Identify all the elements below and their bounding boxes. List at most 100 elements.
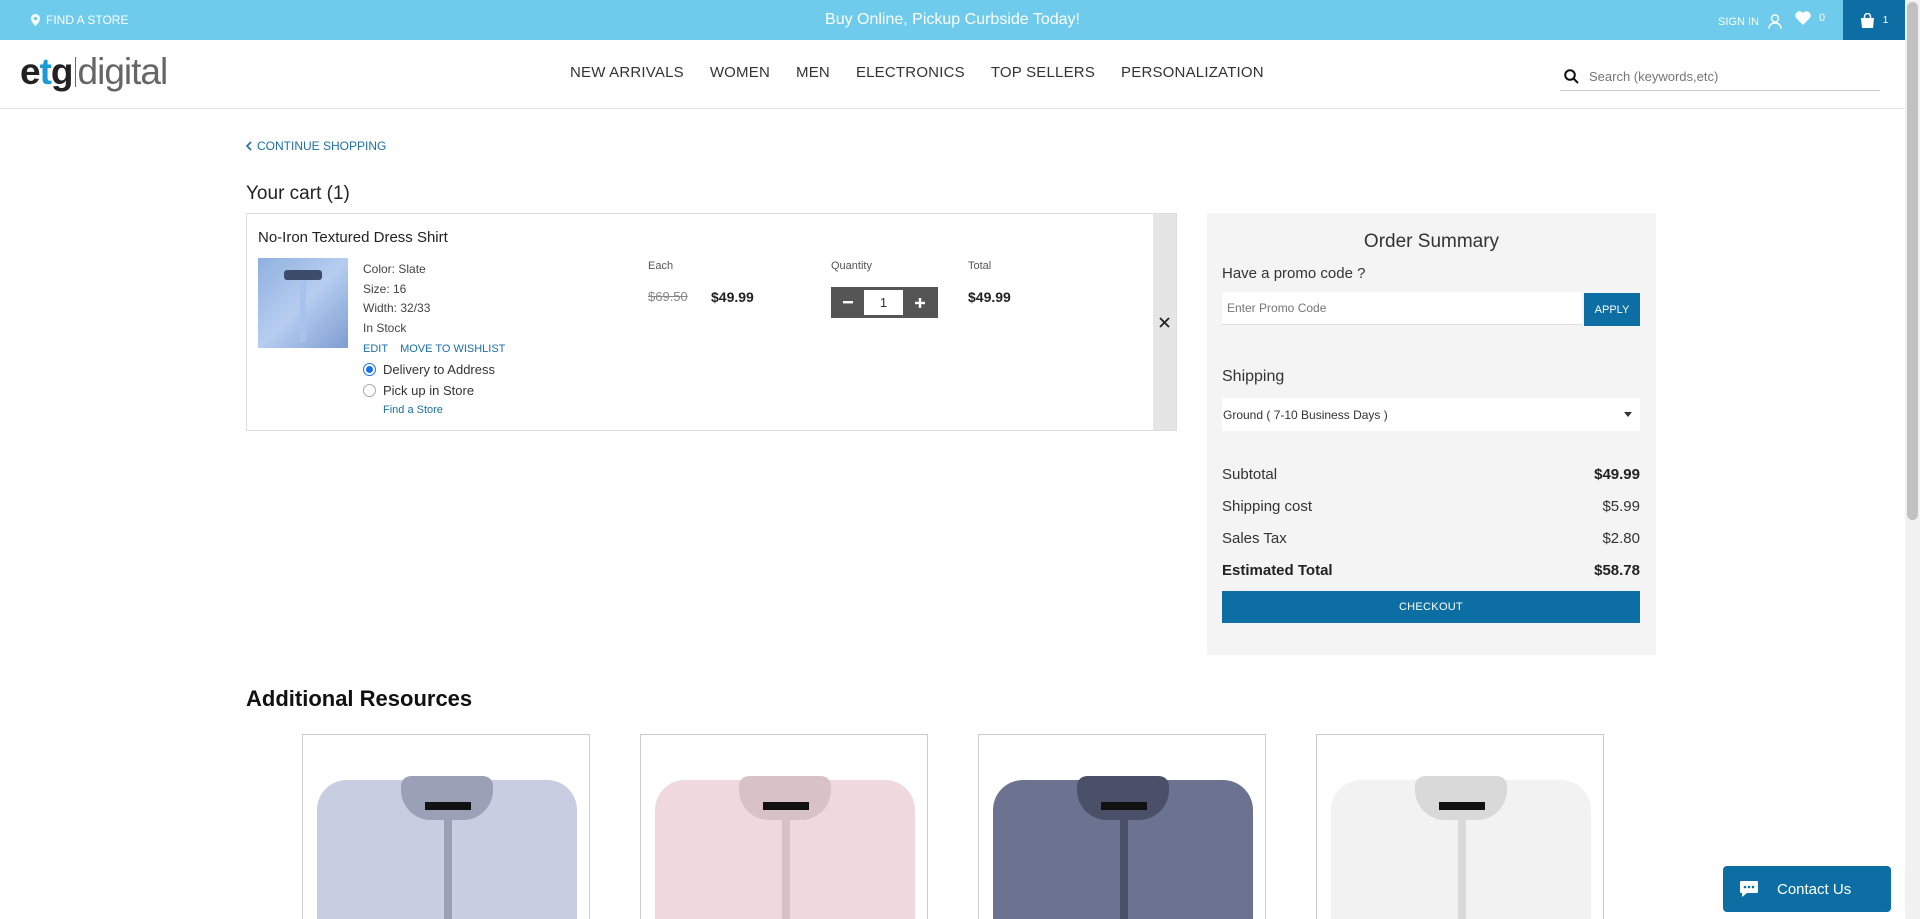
product-width: Width: 32/33	[363, 301, 431, 315]
shipping-label: Shipping	[1222, 368, 1285, 385]
main-nav: NEW ARRIVALS WOMEN MEN ELECTRONICS TOP S…	[570, 64, 1264, 81]
each-label: Each	[648, 260, 674, 272]
sign-in-link[interactable]: SIGN IN	[1718, 14, 1782, 29]
shirt-placket-shape	[300, 280, 306, 342]
remove-item-button[interactable]	[1153, 214, 1176, 430]
product-image[interactable]	[993, 776, 1253, 919]
close-icon	[1159, 316, 1170, 328]
shirt-placket-shape	[782, 820, 790, 919]
product-thumbnail[interactable]	[258, 258, 348, 348]
total-label: Total	[968, 260, 992, 272]
cart-button[interactable]: 1	[1843, 0, 1905, 40]
sales-tax-value: $2.80	[1602, 530, 1640, 547]
wishlist-count: 0	[1819, 12, 1826, 24]
original-price: $69.50	[648, 289, 688, 304]
delivery-option[interactable]: Delivery to Address	[363, 362, 495, 377]
shopping-bag-icon	[1860, 12, 1874, 28]
logo-text: digital	[77, 51, 169, 92]
site-logo[interactable]: etg digital	[20, 50, 169, 94]
plus-icon	[914, 297, 925, 308]
shirt-label-shape	[763, 802, 809, 810]
increase-quantity-button[interactable]	[903, 287, 936, 318]
logo-divider	[74, 57, 76, 87]
pickup-option[interactable]: Pick up in Store	[363, 383, 474, 398]
sign-in-label: SIGN IN	[1718, 15, 1759, 28]
item-total: $49.99	[968, 289, 1011, 305]
product-image[interactable]	[655, 776, 915, 919]
sales-tax-row: Sales Tax $2.80	[1222, 530, 1640, 547]
product-attributes: Color: Slate Size: 16 Width: 32/33 In St…	[363, 260, 430, 338]
shirt-collar-shape	[401, 776, 493, 820]
site-header: etg digital NEW ARRIVALS WOMEN MEN ELECT…	[0, 40, 1905, 109]
cart-title: Your cart (1)	[246, 183, 350, 204]
promo-code-input[interactable]	[1222, 292, 1582, 325]
cart-item: No-Iron Textured Dress Shirt Color: Slat…	[246, 213, 1177, 431]
product-image[interactable]	[1331, 776, 1591, 919]
edit-link[interactable]: EDIT	[363, 343, 388, 355]
shirt-placket-shape	[1458, 820, 1466, 919]
search-input[interactable]	[1589, 68, 1869, 84]
nav-women[interactable]: WOMEN	[710, 64, 770, 81]
delivery-radio[interactable]	[363, 363, 376, 376]
shipping-method-select[interactable]: Ground ( 7-10 Business Days )	[1222, 398, 1640, 431]
shipping-cost-row: Shipping cost $5.99	[1222, 498, 1640, 515]
product-card[interactable]	[640, 734, 928, 919]
nav-men[interactable]: MEN	[796, 64, 830, 81]
nav-personalization[interactable]: PERSONALIZATION	[1121, 64, 1264, 81]
continue-shopping-link[interactable]: CONTINUE SHOPPING	[246, 139, 386, 153]
shirt-collar-shape	[1415, 776, 1507, 820]
shipping-cost-value: $5.99	[1602, 498, 1640, 515]
chat-bubble-icon	[1740, 881, 1758, 897]
promo-question: Have a promo code ?	[1222, 265, 1366, 282]
subtotal-row: Subtotal $49.99	[1222, 466, 1640, 483]
product-card[interactable]	[302, 734, 590, 919]
checkout-button[interactable]: CHECKOUT	[1222, 591, 1640, 623]
heart-icon	[1795, 11, 1811, 25]
shirt-label-shape	[425, 802, 471, 810]
shirt-placket-shape	[444, 820, 452, 919]
estimated-total-row: Estimated Total $58.78	[1222, 562, 1640, 579]
contact-us-button[interactable]: Contact Us	[1723, 866, 1891, 912]
user-icon	[1768, 14, 1782, 29]
shirt-label-shape	[1439, 802, 1485, 810]
sale-price: $49.99	[711, 289, 754, 305]
item-actions: EDIT MOVE TO WISHLIST	[363, 343, 505, 355]
shirt-collar-shape	[739, 776, 831, 820]
minus-icon	[842, 301, 853, 304]
shirt-collar-shape	[1077, 776, 1169, 820]
search-bar	[1560, 62, 1880, 91]
estimated-total-value: $58.78	[1594, 562, 1640, 579]
nav-new-arrivals[interactable]: NEW ARRIVALS	[570, 64, 684, 81]
estimated-total-label: Estimated Total	[1222, 562, 1333, 579]
pickup-label: Pick up in Store	[383, 383, 475, 398]
cart-count: 1	[1882, 14, 1889, 26]
stock-status: In Stock	[363, 320, 407, 335]
find-a-store-link[interactable]: Find a Store	[383, 404, 443, 416]
subtotal-label: Subtotal	[1222, 466, 1278, 483]
shirt-placket-shape	[1120, 820, 1128, 919]
apply-promo-button[interactable]: APPLY	[1584, 293, 1640, 326]
product-image[interactable]	[317, 776, 577, 919]
logo-mark: etg	[20, 51, 74, 92]
product-name[interactable]: No-Iron Textured Dress Shirt	[258, 229, 448, 246]
nav-top-sellers[interactable]: TOP SELLERS	[991, 64, 1095, 81]
chevron-left-icon	[246, 141, 252, 151]
wishlist-link[interactable]: 0	[1795, 11, 1825, 25]
order-summary: Order Summary Have a promo code ? APPLY …	[1207, 213, 1656, 655]
product-card[interactable]	[978, 734, 1266, 919]
page-scrollbar[interactable]	[1905, 0, 1920, 919]
product-color: Color: Slate	[363, 262, 426, 276]
scrollbar-thumb[interactable]	[1907, 2, 1918, 520]
quantity-label: Quantity	[831, 260, 872, 272]
chevron-down-icon	[1624, 412, 1632, 417]
nav-electronics[interactable]: ELECTRONICS	[856, 64, 965, 81]
pickup-radio[interactable]	[363, 384, 376, 397]
decrease-quantity-button[interactable]	[831, 287, 864, 318]
shirt-collar-shape	[284, 270, 322, 280]
delivery-label: Delivery to Address	[383, 362, 495, 377]
quantity-value[interactable]: 1	[864, 290, 903, 315]
move-to-wishlist-link[interactable]: MOVE TO WISHLIST	[400, 343, 505, 355]
promo-bar: FIND A STORE Buy Online, Pickup Curbside…	[0, 0, 1905, 40]
search-icon[interactable]	[1564, 68, 1579, 84]
product-card[interactable]	[1316, 734, 1604, 919]
